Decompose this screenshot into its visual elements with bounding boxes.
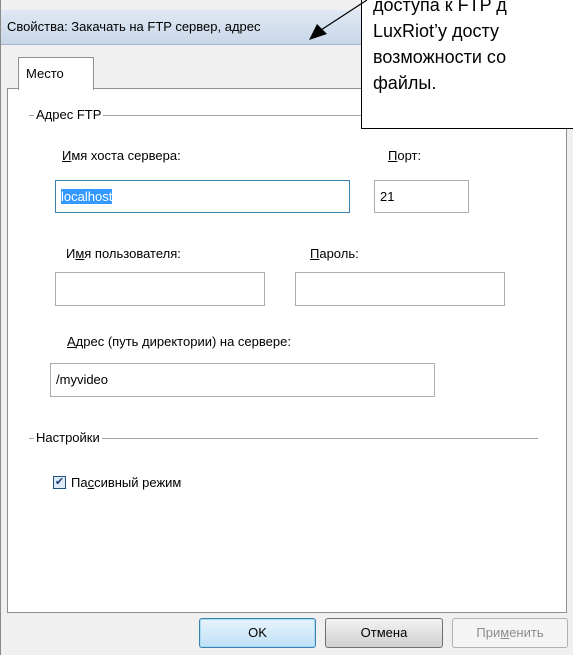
- path-value: /myvideo: [56, 372, 109, 387]
- tab-place-label: Место: [26, 66, 64, 81]
- group-divider-settings: [29, 438, 538, 439]
- password-label: Пароль:: [310, 246, 359, 261]
- host-value: localhost: [61, 189, 113, 204]
- port-input[interactable]: 21: [374, 180, 469, 213]
- host-label: Имя хоста сервера:: [62, 148, 181, 163]
- host-input[interactable]: localhost: [55, 180, 350, 213]
- cancel-button[interactable]: Отмена: [325, 618, 443, 648]
- path-input[interactable]: /myvideo: [50, 363, 435, 397]
- username-input[interactable]: [55, 272, 265, 306]
- path-label: Адрес (путь директории) на сервере:: [67, 334, 291, 349]
- callout-arrow: [309, 0, 368, 40]
- checkmark-icon: ✔: [54, 476, 65, 488]
- apply-button[interactable]: Применить: [452, 618, 568, 648]
- port-value: 21: [380, 189, 395, 204]
- callout-text: доступа к FTP д LuxRiot’у досту возможно…: [373, 0, 507, 93]
- passive-mode-checkbox[interactable]: ✔: [53, 476, 66, 489]
- group-title-ftp: Адрес FTP: [34, 107, 104, 122]
- tab-panel: [7, 88, 567, 613]
- username-label: Имя пользователя:: [66, 246, 181, 261]
- window-title: Свойства: Закачать на FTP сервер, адрес: [7, 19, 261, 34]
- ok-button[interactable]: OK: [199, 618, 316, 648]
- group-title-settings: Настройки: [34, 430, 102, 445]
- passive-mode-label[interactable]: Пассивный режим: [71, 475, 181, 490]
- port-label: Порт:: [388, 148, 422, 163]
- password-input[interactable]: [295, 272, 505, 306]
